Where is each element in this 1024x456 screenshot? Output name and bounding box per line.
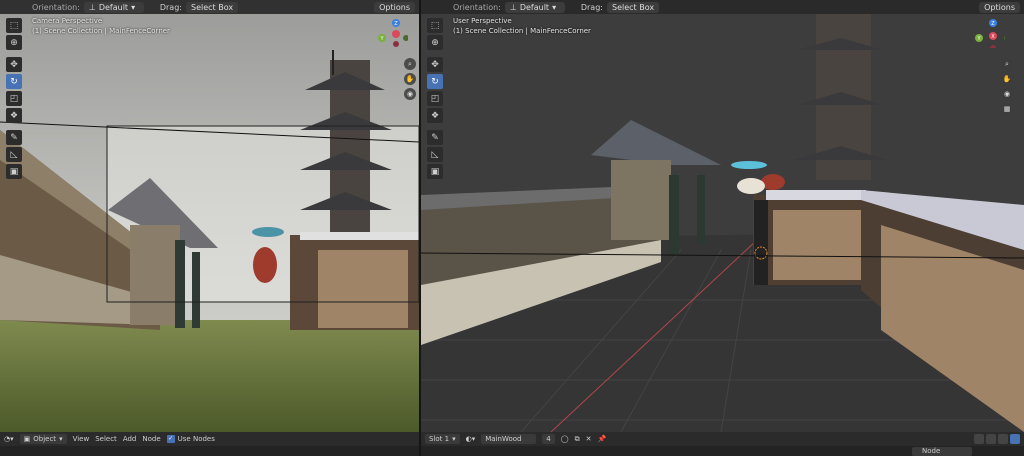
viewport-header: Orientation: ⊥ Default ▾ Drag: Select Bo… bbox=[0, 0, 419, 14]
fake-user-shield-icon[interactable]: ◯ bbox=[561, 435, 569, 443]
svg-text:Z: Z bbox=[394, 21, 398, 27]
viewport-info: User Perspective (1) Scene Collection | … bbox=[453, 16, 591, 36]
axes-icon: ⊥ bbox=[88, 2, 96, 12]
navigation-gizmo[interactable]: Z Y bbox=[378, 18, 408, 48]
shader-editor-header: ◔▾ ▣ Object ▾ View Select Add Node ✓ Use… bbox=[0, 432, 419, 446]
perspective-label: Camera Perspective bbox=[32, 17, 103, 25]
select-box-tool-icon[interactable]: ⬚ bbox=[6, 18, 22, 33]
viewport-header: Orientation: ⊥ Default ▾ Drag: Select Bo… bbox=[421, 0, 1024, 14]
measure-tool-icon[interactable]: ◺ bbox=[6, 147, 22, 162]
menu-select[interactable]: Select bbox=[95, 435, 117, 443]
duplicate-material-icon[interactable]: ⧉ bbox=[575, 435, 580, 444]
hand-pan-icon[interactable]: ✋ bbox=[1001, 73, 1013, 85]
sidebar-toggle-icon[interactable] bbox=[1010, 434, 1020, 444]
left-3d-viewport[interactable]: Orientation: ⊥ Default ▾ Drag: Select Bo… bbox=[0, 0, 419, 432]
move-tool-icon[interactable]: ✥ bbox=[427, 57, 443, 72]
zoom-icon[interactable]: ⌕ bbox=[404, 58, 416, 70]
orientation-dropdown[interactable]: ⊥ Default ▾ bbox=[83, 1, 144, 13]
annotate-tool-icon[interactable]: ✎ bbox=[427, 130, 443, 145]
grid-view-icon[interactable]: ▦ bbox=[1001, 103, 1013, 115]
collection-label: (1) Scene Collection | MainFenceCorner bbox=[32, 27, 170, 35]
drag-label: Drag: bbox=[159, 2, 182, 12]
options-button[interactable]: Options bbox=[979, 1, 1020, 13]
material-name-field[interactable]: MainWood bbox=[481, 434, 537, 444]
options-button[interactable]: Options bbox=[374, 1, 415, 13]
svg-text:Z: Z bbox=[991, 21, 995, 27]
material-header: Slot 1 ▾ ◐▾ MainWood 4 ◯ ⧉ ✕ 📌 bbox=[421, 432, 1024, 446]
scale-tool-icon[interactable]: ◰ bbox=[6, 91, 22, 106]
transform-tool-icon[interactable]: ❖ bbox=[6, 108, 22, 123]
viewport-info: Camera Perspective (1) Scene Collection … bbox=[32, 16, 170, 36]
measure-tool-icon[interactable]: ◺ bbox=[427, 147, 443, 162]
header-right-icons bbox=[974, 434, 1020, 444]
annotate-tool-icon[interactable]: ✎ bbox=[6, 130, 22, 145]
pin-icon[interactable]: 📌 bbox=[597, 435, 606, 443]
camera-view-icon[interactable]: ◉ bbox=[404, 88, 416, 100]
tool-shelf: ⬚ ⊕ ✥ ↻ ◰ ❖ ✎ ◺ ▣ bbox=[427, 18, 443, 179]
menu-node[interactable]: Node bbox=[142, 435, 160, 443]
cursor-tool-icon[interactable]: ⊕ bbox=[427, 35, 443, 50]
move-tool-icon[interactable]: ✥ bbox=[6, 57, 22, 72]
object-mode-dropdown[interactable]: ▣ Object ▾ bbox=[19, 434, 67, 444]
drag-label: Drag: bbox=[580, 2, 603, 12]
camera-scene-render bbox=[0, 0, 419, 432]
editor-type-icon[interactable]: ◔▾ bbox=[4, 435, 14, 443]
scale-tool-icon[interactable]: ◰ bbox=[427, 91, 443, 106]
hand-pan-icon[interactable]: ✋ bbox=[404, 73, 416, 85]
snap-icon[interactable] bbox=[974, 434, 984, 444]
cursor-tool-icon[interactable]: ⊕ bbox=[6, 35, 22, 50]
svg-text:X: X bbox=[991, 34, 995, 40]
collection-label: (1) Scene Collection | MainFenceCorner bbox=[453, 27, 591, 35]
node-panel-tab[interactable]: Node bbox=[912, 447, 972, 456]
camera-view-icon[interactable]: ◉ bbox=[1001, 88, 1013, 100]
slot-dropdown[interactable]: Slot 1 ▾ bbox=[425, 434, 460, 444]
orientation-dropdown[interactable]: ⊥ Default ▾ bbox=[504, 1, 565, 13]
chevron-down-icon: ▾ bbox=[452, 435, 456, 443]
transform-tool-icon[interactable]: ❖ bbox=[427, 108, 443, 123]
overlay-icon[interactable] bbox=[986, 434, 996, 444]
menu-add[interactable]: Add bbox=[123, 435, 137, 443]
viewport-nav-buttons: ⌕ ✋ ◉ ▦ bbox=[1001, 58, 1013, 115]
unlink-material-icon[interactable]: ✕ bbox=[586, 435, 592, 443]
use-nodes-toggle[interactable]: ✓ Use Nodes bbox=[166, 435, 215, 443]
material-users-count[interactable]: 4 bbox=[542, 434, 555, 444]
object-icon: ▣ bbox=[23, 435, 31, 443]
right-3d-viewport[interactable]: Orientation: ⊥ Default ▾ Drag: Select Bo… bbox=[421, 0, 1024, 432]
chevron-down-icon: ▾ bbox=[552, 2, 557, 12]
rotate-tool-icon[interactable]: ↻ bbox=[427, 74, 443, 89]
menu-view[interactable]: View bbox=[73, 435, 90, 443]
orientation-label: Orientation: bbox=[453, 2, 501, 12]
viewport-nav-buttons: ⌕ ✋ ◉ bbox=[404, 58, 416, 100]
chevron-down-icon: ▾ bbox=[131, 2, 136, 12]
add-cube-tool-icon[interactable]: ▣ bbox=[6, 164, 22, 179]
add-cube-tool-icon[interactable]: ▣ bbox=[427, 164, 443, 179]
solid-view-scene bbox=[421, 0, 1024, 432]
rotate-tool-icon[interactable]: ↻ bbox=[6, 74, 22, 89]
orientation-label: Orientation: bbox=[32, 2, 80, 12]
chevron-down-icon: ▾ bbox=[59, 435, 63, 443]
drag-dropdown[interactable]: Select Box bbox=[185, 1, 239, 13]
perspective-label: User Perspective bbox=[453, 17, 512, 25]
select-box-tool-icon[interactable]: ⬚ bbox=[427, 18, 443, 33]
zoom-icon[interactable]: ⌕ bbox=[1001, 58, 1013, 70]
material-browse-icon[interactable]: ◐▾ bbox=[466, 435, 476, 443]
axes-icon: ⊥ bbox=[509, 2, 517, 12]
editor-strip bbox=[0, 446, 419, 456]
tool-shelf: ⬚ ⊕ ✥ ↻ ◰ ❖ ✎ ◺ ▣ bbox=[6, 18, 22, 179]
checkbox-checked-icon: ✓ bbox=[166, 435, 175, 443]
navigation-gizmo[interactable]: Z Y X bbox=[975, 18, 1005, 48]
editor-strip: Node bbox=[421, 446, 1024, 456]
backdrop-icon[interactable] bbox=[998, 434, 1008, 444]
drag-dropdown[interactable]: Select Box bbox=[606, 1, 660, 13]
